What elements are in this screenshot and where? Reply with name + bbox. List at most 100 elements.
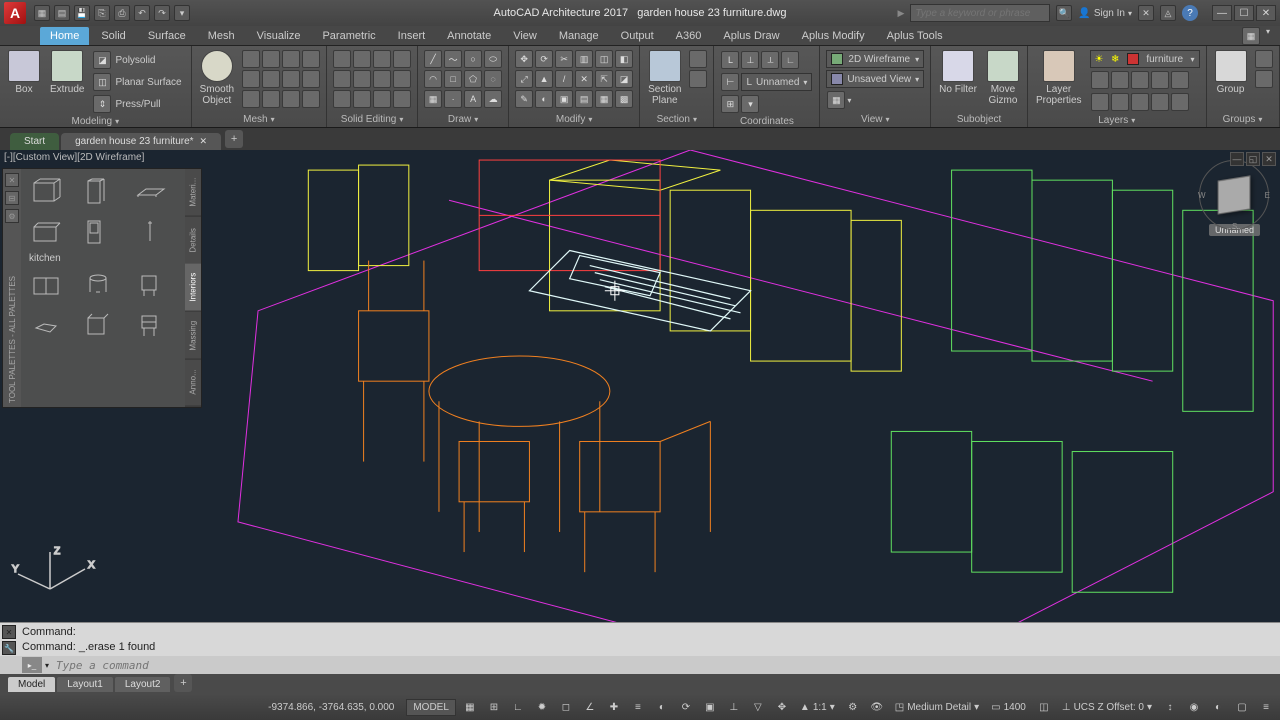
maximize-button[interactable]: ☐ xyxy=(1234,5,1254,21)
signin-button[interactable]: 👤 Sign In▾ xyxy=(1078,8,1132,19)
layer-icon[interactable] xyxy=(1111,93,1129,111)
tab-aplus-modify[interactable]: Aplus Modify xyxy=(792,27,875,45)
solid-edit-icon[interactable] xyxy=(353,90,371,108)
object-track-icon[interactable]: ∠ xyxy=(580,697,600,717)
mesh-tool-icon[interactable] xyxy=(302,50,320,68)
palette-tool-icon[interactable] xyxy=(27,215,67,247)
settings-icon[interactable]: ⚙ xyxy=(843,697,863,717)
draw-icon[interactable]: ◠ xyxy=(424,70,442,88)
palette-tool-icon[interactable] xyxy=(27,268,67,300)
palette-tool-icon[interactable] xyxy=(131,175,171,207)
modify-icon[interactable]: ▲ xyxy=(535,70,553,88)
draw-icon[interactable]: ⬠ xyxy=(464,70,482,88)
qat-new-icon[interactable]: ▦ xyxy=(34,5,50,21)
close-button[interactable]: ✕ xyxy=(1256,5,1276,21)
modify-icon[interactable]: ⟳ xyxy=(535,50,553,68)
modify-icon[interactable]: ✥ xyxy=(515,50,533,68)
mesh-tool-icon[interactable] xyxy=(262,70,280,88)
filter-icon[interactable]: ▽ xyxy=(748,697,768,717)
polysolid-label[interactable]: Polysolid xyxy=(113,55,157,66)
palette-pin-icon[interactable]: ⊟ xyxy=(5,191,19,205)
isolate-icon[interactable]: ◉ xyxy=(1184,697,1204,717)
modify-icon[interactable]: ◐ xyxy=(535,90,553,108)
mesh-tool-icon[interactable] xyxy=(242,50,260,68)
solid-edit-icon[interactable] xyxy=(373,90,391,108)
ucs-icon[interactable]: ⊥ xyxy=(741,51,759,69)
planar-surface-label[interactable]: Planar Surface xyxy=(113,77,183,88)
ucs-icon[interactable]: ▾ xyxy=(741,95,759,113)
detail-level-combo[interactable]: ◳ Medium Detail ▾ xyxy=(891,702,983,713)
doc-tab-start[interactable]: Start xyxy=(10,133,59,150)
a360-icon[interactable]: ◬ xyxy=(1160,5,1176,21)
panel-mesh-title[interactable]: Mesh xyxy=(243,114,267,125)
panel-modify-title[interactable]: Modify xyxy=(556,114,585,125)
modify-icon[interactable]: ✎ xyxy=(515,90,533,108)
tab-aplus-draw[interactable]: Aplus Draw xyxy=(713,27,789,45)
palette-tool-icon[interactable] xyxy=(79,175,119,207)
status-space-toggle[interactable]: MODEL xyxy=(406,699,456,716)
qat-saveas-icon[interactable]: ⎘ xyxy=(94,5,110,21)
layer-icon[interactable] xyxy=(1091,71,1109,89)
panel-draw-title[interactable]: Draw xyxy=(448,114,471,125)
tab-mesh[interactable]: Mesh xyxy=(198,27,245,45)
layout-tab[interactable]: Layout1 xyxy=(57,677,113,692)
presspull-icon[interactable]: ⇕ xyxy=(93,95,111,113)
mesh-tool-icon[interactable] xyxy=(302,90,320,108)
modify-icon[interactable]: ⤢ xyxy=(515,70,533,88)
solid-edit-icon[interactable] xyxy=(353,70,371,88)
draw-icon[interactable]: ○ xyxy=(464,50,482,68)
panel-solidedit-title[interactable]: Solid Editing xyxy=(341,114,397,125)
layer-icon[interactable] xyxy=(1131,71,1149,89)
visual-style-combo[interactable]: 2D Wireframe▾ xyxy=(826,50,924,68)
ucs-icon[interactable]: L xyxy=(721,51,739,69)
mesh-tool-icon[interactable] xyxy=(242,70,260,88)
planar-surface-icon[interactable]: ◫ xyxy=(93,73,111,91)
infocenter-search-input[interactable] xyxy=(910,4,1050,22)
viewcube[interactable]: N S E W Unnamed xyxy=(1209,170,1260,236)
layer-combo[interactable]: ☀❄furniture▾ xyxy=(1090,50,1200,68)
polysolid-icon[interactable]: ◪ xyxy=(93,51,111,69)
qat-open-icon[interactable]: ▤ xyxy=(54,5,70,21)
box-button[interactable]: Box xyxy=(4,48,44,97)
tab-surface[interactable]: Surface xyxy=(138,27,196,45)
minimize-button[interactable]: — xyxy=(1212,5,1232,21)
command-prompt-icon[interactable]: ▸_ xyxy=(22,657,42,673)
solid-edit-icon[interactable] xyxy=(373,50,391,68)
section-plane-button[interactable]: Section Plane xyxy=(644,48,685,108)
tab-view[interactable]: View xyxy=(503,27,547,45)
view-tool-icon[interactable]: ▦ xyxy=(827,91,845,109)
qat-print-icon[interactable]: ⎙ xyxy=(114,5,130,21)
tab-insert[interactable]: Insert xyxy=(388,27,436,45)
solid-edit-icon[interactable] xyxy=(333,90,351,108)
palette-tab[interactable]: Materi... xyxy=(185,169,201,217)
customize-icon[interactable]: ≡ xyxy=(1256,697,1276,717)
palette-tool-icon[interactable] xyxy=(131,308,171,340)
modify-icon[interactable]: ▥ xyxy=(575,50,593,68)
transparency-icon[interactable]: ◐ xyxy=(652,697,672,717)
modify-icon[interactable]: / xyxy=(555,70,573,88)
palette-tool-icon[interactable] xyxy=(131,215,171,247)
viewport[interactable]: [-][Custom View][2D Wireframe] — ◱ ✕ ✕ ⊟… xyxy=(0,150,1280,622)
solid-edit-icon[interactable] xyxy=(393,90,411,108)
osnap-toggle-icon[interactable]: ◻ xyxy=(556,697,576,717)
group-button[interactable]: Group xyxy=(1211,48,1251,97)
draw-icon[interactable]: ⬭ xyxy=(484,50,502,68)
modify-icon[interactable]: ▤ xyxy=(575,90,593,108)
polar-toggle-icon[interactable]: ✹ xyxy=(532,697,552,717)
tab-a360[interactable]: A360 xyxy=(666,27,712,45)
palette-tab[interactable]: Massing xyxy=(185,312,201,360)
palette-close-icon[interactable]: ✕ xyxy=(5,173,19,187)
modify-icon[interactable]: ◫ xyxy=(595,50,613,68)
palette-tab[interactable]: Details xyxy=(185,217,201,265)
modify-icon[interactable]: ▣ xyxy=(555,90,573,108)
ucs-icon[interactable]: Z X Y xyxy=(10,544,100,604)
grid-toggle-icon[interactable]: ▦ xyxy=(460,697,480,717)
solid-edit-icon[interactable] xyxy=(393,50,411,68)
ucs-combo[interactable]: LUnnamed▾ xyxy=(741,73,812,91)
gizmo-icon[interactable]: ✥ xyxy=(772,697,792,717)
mesh-tool-icon[interactable] xyxy=(282,70,300,88)
group-icon[interactable] xyxy=(1255,50,1273,68)
tab-solid[interactable]: Solid xyxy=(91,27,135,45)
modify-icon[interactable]: ▩ xyxy=(615,90,633,108)
layer-properties-button[interactable]: Layer Properties xyxy=(1032,48,1086,108)
